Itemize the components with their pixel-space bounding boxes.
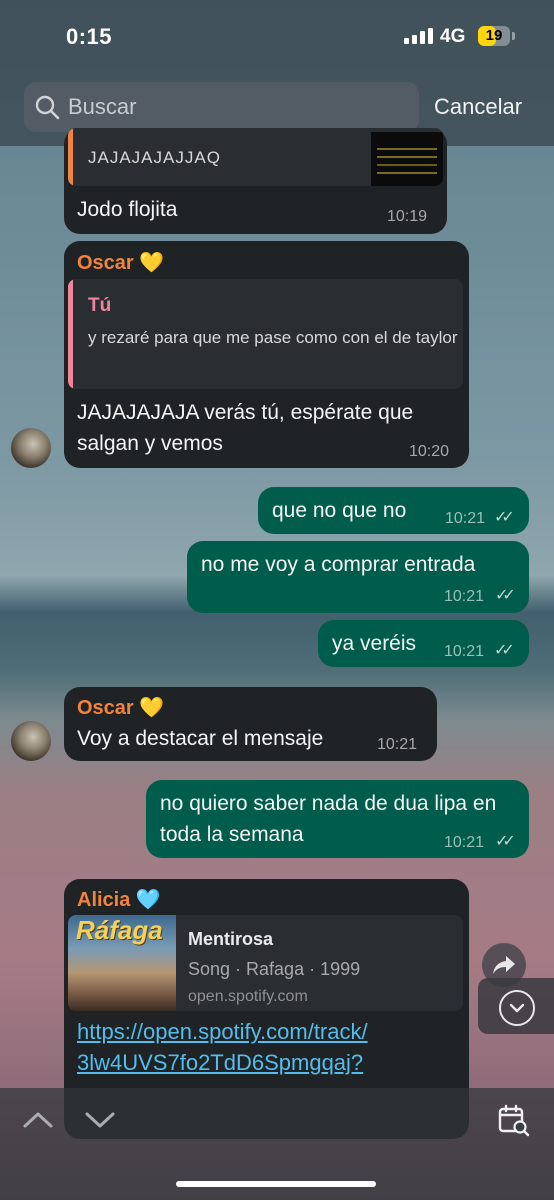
quote-text: JAJAJAJAJJAQ bbox=[88, 148, 221, 167]
scroll-down-button[interactable] bbox=[499, 990, 535, 1026]
message-time: 10:20 bbox=[409, 443, 450, 460]
quoted-message[interactable]: JAJAJAJAJJAQ bbox=[68, 128, 443, 186]
sender-name: Oscar 💛 bbox=[77, 697, 165, 719]
message-text: no me voy a comprar entrada bbox=[201, 553, 476, 576]
read-receipt-icon: ✓✓ bbox=[494, 642, 515, 659]
link-url[interactable]: https://open.spotify.com/track/ 3lw4UVS7… bbox=[77, 1016, 368, 1078]
message-text: JAJAJAJAJA verás tú, espérate que salgan… bbox=[77, 401, 414, 455]
quote-bar bbox=[68, 128, 73, 186]
album-cover-text: Ráfaga bbox=[76, 915, 163, 945]
link-preview-card[interactable]: Ráfaga Mentirosa Song · Rafaga · 1999 op… bbox=[68, 915, 463, 1011]
battery-percent: 19 bbox=[485, 27, 503, 44]
message-text: ya veréis bbox=[332, 632, 417, 655]
message-bubble-outgoing[interactable]: que no que no 10:21 ✓✓ bbox=[258, 487, 529, 534]
message-bubble-outgoing[interactable]: ya veréis 10:21 ✓✓ bbox=[318, 620, 529, 667]
link-subtitle: Song · Rafaga · 1999 bbox=[188, 959, 361, 979]
album-cover-image: Ráfaga bbox=[68, 915, 176, 1011]
link-domain: open.spotify.com bbox=[188, 988, 308, 1005]
battery-icon: 19 bbox=[478, 26, 510, 46]
home-indicator bbox=[176, 1181, 376, 1187]
quote-thumbnail bbox=[371, 132, 443, 186]
message-bubble[interactable]: Oscar 💛 Tú y rezaré para que me pase com… bbox=[64, 241, 469, 468]
battery-tip bbox=[512, 32, 515, 40]
message-time: 10:21 bbox=[444, 643, 485, 660]
message-text: que no que no bbox=[272, 499, 407, 522]
chevron-down-icon bbox=[509, 1003, 525, 1013]
link-title: Mentirosa bbox=[188, 929, 274, 949]
read-receipt-icon: ✓✓ bbox=[494, 509, 515, 526]
avatar[interactable] bbox=[11, 428, 51, 468]
message-time: 10:21 bbox=[377, 736, 418, 753]
chevron-down-icon[interactable] bbox=[84, 1110, 116, 1130]
signal-icon bbox=[404, 28, 433, 44]
message-bubble-outgoing[interactable]: no quiero saber nada de dua lipa en toda… bbox=[146, 780, 529, 858]
quote-bar bbox=[68, 279, 73, 389]
message-time: 10:21 bbox=[444, 588, 485, 605]
sender-name: Alicia 🩵 bbox=[77, 889, 161, 911]
message-bubble[interactable]: Oscar 💛 Voy a destacar el mensaje 10:21 bbox=[64, 687, 437, 761]
read-receipt-icon: ✓✓ bbox=[495, 587, 516, 604]
sender-name: Oscar 💛 bbox=[77, 252, 165, 274]
avatar[interactable] bbox=[11, 721, 51, 761]
network-type: 4G bbox=[440, 26, 466, 47]
link-url-line: https://open.spotify.com/track/ bbox=[77, 1019, 368, 1044]
message-bubble[interactable]: JAJAJAJAJJAQ Jodo flojita 10:19 bbox=[64, 128, 447, 234]
quote-text: y rezaré para que me pase como con el de… bbox=[88, 328, 458, 347]
message-bubble-outgoing[interactable]: no me voy a comprar entrada 10:21 ✓✓ bbox=[187, 541, 529, 613]
status-time: 0:15 bbox=[66, 24, 113, 49]
message-text: Jodo flojita bbox=[77, 198, 178, 221]
message-time: 10:19 bbox=[387, 208, 428, 225]
chevron-up-icon[interactable] bbox=[22, 1110, 54, 1130]
message-text: Voy a destacar el mensaje bbox=[77, 727, 324, 750]
search-icon bbox=[35, 95, 60, 120]
forward-icon bbox=[493, 956, 515, 974]
calendar-search-icon[interactable] bbox=[497, 1104, 531, 1138]
quoted-message[interactable]: Tú y rezaré para que me pase como con el… bbox=[68, 279, 463, 389]
link-url-line: 3lw4UVS7fo2TdD6Spmgqaj? bbox=[77, 1050, 364, 1075]
cancel-button[interactable]: Cancelar bbox=[434, 94, 522, 120]
message-time: 10:21 bbox=[445, 510, 486, 527]
read-receipt-icon: ✓✓ bbox=[495, 833, 516, 850]
quote-sender: Tú bbox=[88, 295, 112, 316]
message-time: 10:21 bbox=[444, 834, 485, 851]
search-input[interactable] bbox=[68, 84, 408, 130]
